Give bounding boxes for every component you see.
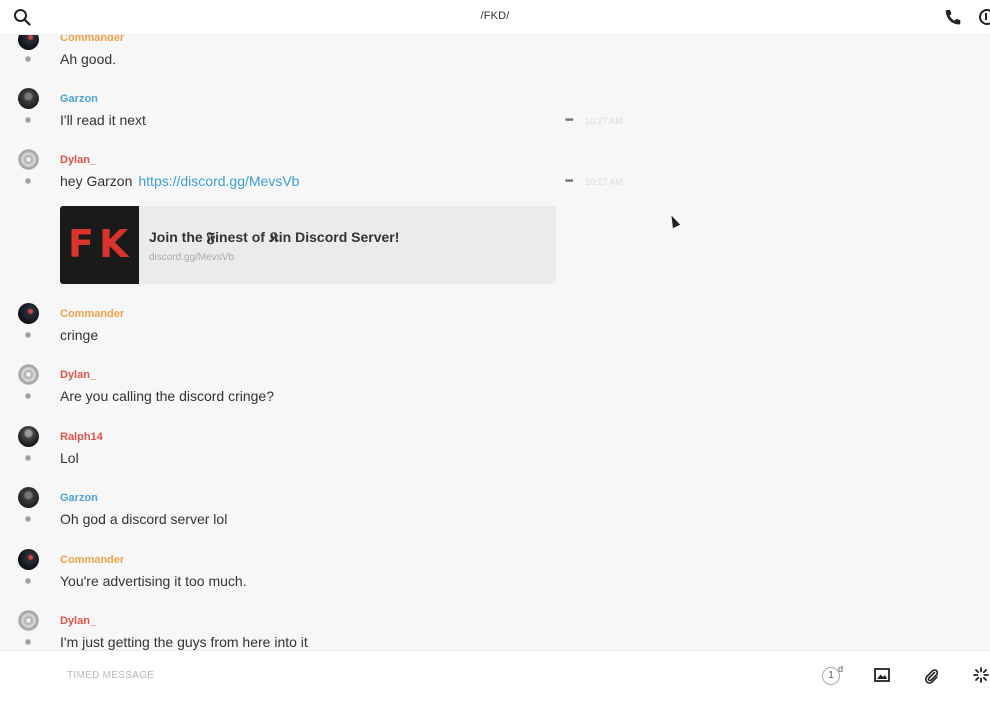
status-dot [25,578,31,584]
status-dot [25,332,31,338]
message-text: I'm just getting the guys from here into… [60,634,308,650]
avatar[interactable] [18,364,39,385]
username[interactable]: Commander [60,34,124,44]
username[interactable]: Dylan_ [60,154,96,166]
sparkle-icon[interactable] [973,667,989,683]
avatar[interactable] [18,88,39,109]
message-text-body: hey Garzon [60,173,133,189]
username[interactable]: Garzon [60,492,98,504]
message-text: Lol [60,450,79,466]
username[interactable]: Ralph14 [60,431,103,443]
image-icon[interactable] [874,668,890,682]
link-embed-card[interactable]: F K Join the 𝕱inest of 𝕶in Discord Serve… [60,206,556,284]
conversation-title: /FKD/ [480,10,510,22]
avatar[interactable] [18,549,39,570]
username[interactable]: Commander [60,554,124,566]
more-actions-icon[interactable]: ••• [565,176,573,187]
message-text: Ah good. [60,51,117,67]
status-dot [25,516,31,522]
message-link[interactable]: https://discord.gg/MevsVb [138,173,299,189]
avatar[interactable] [18,149,39,170]
avatar[interactable] [18,426,39,447]
message-text: Oh god a discord server lol [60,511,228,527]
username[interactable]: Dylan_ [60,369,96,381]
status-dot [25,56,31,62]
embed-logo-letter: F [68,222,94,266]
embed-url[interactable]: discord.gg/MevsVb [149,252,234,263]
status-dot [25,455,31,461]
avatar[interactable] [18,487,39,508]
attachment-icon[interactable] [924,667,938,684]
info-icon[interactable] [979,9,990,25]
status-dot [25,639,31,645]
timestamp: 10:27 AM [585,116,624,126]
mouse-cursor-icon [667,213,681,229]
username[interactable]: Garzon [60,93,98,105]
status-dot [25,117,31,123]
top-bar: /FKD/ [0,0,990,35]
phone-icon[interactable] [944,9,962,25]
more-actions-icon[interactable]: ••• [565,115,573,126]
message-input[interactable]: TIMED MESSAGE [67,670,154,681]
avatar[interactable] [18,303,39,324]
message-text: cringe [60,327,99,343]
message-text: You're advertising it too much. [60,573,247,589]
avatar[interactable] [18,34,39,50]
username[interactable]: Commander [60,308,124,320]
timer-unit: d [838,664,844,674]
embed-title[interactable]: Join the 𝕱inest of 𝕶in Discord Server! [149,229,399,246]
embed-logo-letter: K [99,222,129,266]
message-text: hey Garzon https://discord.gg/MevsVb [60,173,299,189]
status-dot [25,178,31,184]
message-composer[interactable]: TIMED MESSAGE 1 d [0,650,990,701]
avatar[interactable] [18,610,39,631]
username[interactable]: Dylan_ [60,615,96,627]
status-dot [25,393,31,399]
message-text: Are you calling the discord cringe? [60,388,275,404]
timestamp: 10:27 AM [585,177,624,187]
message-list: Commander Ah good. Garzon I'll read it n… [0,34,990,650]
embed-thumbnail: F K [60,206,139,284]
message-text: I'll read it next [60,112,146,128]
